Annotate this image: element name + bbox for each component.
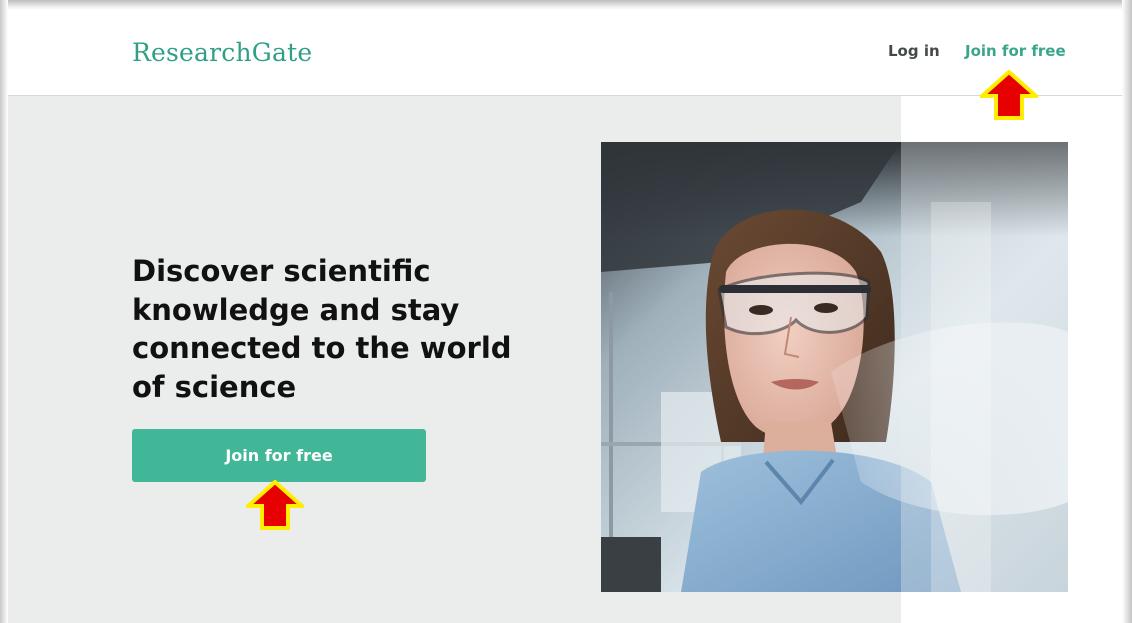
researchgate-logo[interactable]: ResearchGate bbox=[132, 38, 312, 67]
page: ResearchGate Log in Join for free Discov… bbox=[0, 0, 1132, 623]
up-arrow-icon bbox=[976, 69, 1042, 120]
header-join-link[interactable]: Join for free bbox=[965, 42, 1066, 60]
up-arrow-icon bbox=[242, 479, 308, 530]
join-for-free-button[interactable]: Join for free bbox=[132, 429, 426, 482]
scientist-lab-illustration bbox=[601, 142, 1068, 592]
scientist-lab-photo bbox=[601, 142, 1068, 592]
login-link[interactable]: Log in bbox=[888, 42, 940, 60]
hero-headline: Discover scientific knowledge and stay c… bbox=[132, 254, 512, 404]
screenshot-top-shadow bbox=[0, 0, 1132, 10]
site-header: ResearchGate Log in Join for free bbox=[8, 10, 1122, 96]
screenshot-left-shadow bbox=[0, 0, 8, 623]
screenshot-right-shadow bbox=[1122, 0, 1132, 623]
